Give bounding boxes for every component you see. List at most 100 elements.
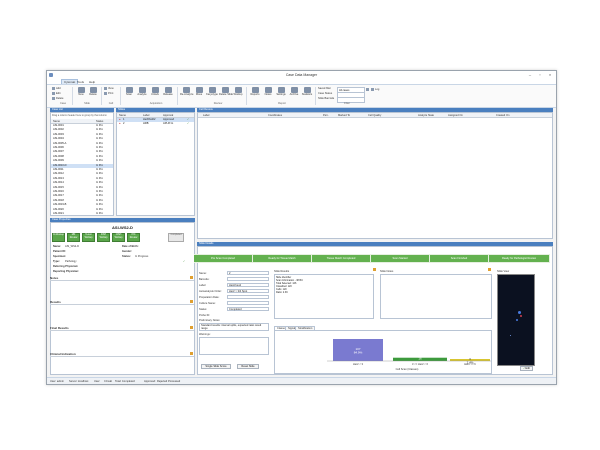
archive-button[interactable]: Archive [288,87,300,100]
case-list-row[interactable]: ASI-0020 In Pro [51,208,113,212]
analyze-button[interactable]: Analyze [136,87,148,100]
move-button[interactable]: Move [193,87,205,100]
column-marked-to[interactable]: Marked To [338,114,350,117]
ihc-review-button[interactable]: IHC Review [127,233,140,242]
add-case-button[interactable]: Add [52,87,61,91]
final-results-section-header[interactable]: Final Results [50,326,194,331]
column-coordinates[interactable]: Coordinates [268,114,282,117]
results-expand-icon[interactable] [190,300,193,303]
scan-button[interactable]: Scan [123,87,135,100]
column-name[interactable]: Name [53,120,60,123]
column-assigned-on[interactable]: Assigned On [448,114,463,117]
notes-button[interactable]: Notes [262,87,274,100]
release-button[interactable]: Release [162,87,174,100]
slide-label-field[interactable]: Her2/neu2 [227,283,269,287]
reanalyze-button[interactable]: Re-Analyze [180,87,193,100]
column-peri[interactable]: Peri.. [323,114,329,117]
karyotype-button[interactable]: Karyotype [206,87,218,100]
case-list-row[interactable]: ASI-0017 In Pro [51,194,113,198]
autoanalysis-field[interactable]: Her2 > 3/4 Spot [227,289,269,293]
mr-review-button[interactable]: MR Review [67,233,80,242]
prep-date-field[interactable] [227,295,269,299]
slide-row[interactable]: ● 2 HRB APLIP-lo ✓ [117,122,194,126]
statistics-button[interactable]: Statistics [301,87,313,100]
column-cell-quality[interactable]: Cell Quality [368,114,381,117]
slide-results-box: Slide Identifier Scan Information - 38 B… [274,274,374,319]
slide-status-field[interactable]: Completed [227,307,269,311]
clinical-indication-expand-icon[interactable] [190,352,193,355]
case-list-row[interactable]: ASI-0007 In Pro [51,150,113,154]
edit-slide-view-button[interactable]: ✓Edit [520,366,533,371]
results-section-header[interactable]: Results [50,300,194,305]
notes-expand-icon[interactable] [190,276,193,279]
stage-scan-started[interactable]: Scan Started [371,255,430,262]
slide-results-title: Slide Results [274,270,290,273]
case-name: ASI-0005-A [53,141,67,145]
stage-pre-scan[interactable]: Pre Scan Completed [194,255,253,262]
slide-view-image[interactable] [497,274,535,366]
slide-notes-expand-icon[interactable] [488,268,491,271]
case-list-row[interactable]: ASI-0009 In Pro [51,159,113,163]
tumor-workup-button[interactable]: Tumor Workup [82,233,95,242]
settings-button[interactable]: Settings [275,87,287,100]
delete-slide-review-button[interactable]: Delete Slide [219,87,233,100]
stage-scan-finished[interactable]: Scan Finished [430,255,489,262]
case-status: In Pro [96,141,103,145]
close-icon[interactable]: × [545,72,555,78]
slide-notes-box[interactable] [380,274,492,319]
column-created-on[interactable]: Created On [496,114,509,117]
completed-button[interactable]: Completed [168,233,184,242]
prelim-notes-field[interactable]: Standard results: interval splits, expec… [199,323,269,331]
notes-section-header[interactable]: Notes [50,276,194,281]
reports-button[interactable]: Reports [249,87,261,100]
column-slide-name[interactable]: Name [119,114,126,117]
separator [72,87,73,105]
case-list-row[interactable]: ASI-0005-A In Pro [51,142,113,146]
case-status-label: Case Status [318,92,333,95]
chart-area: 107 84.9% Her2 < 3 16 12.7% 3 <= Her2 < 6 3 2.4… [274,330,492,374]
case-list-row[interactable]: ASI-0010-D In Pro [51,163,113,168]
slide-results-expand-icon[interactable] [373,268,376,271]
barcode-field[interactable] [227,277,269,281]
status-label: Status: [122,255,131,258]
new-slide-button[interactable]: New [75,87,87,100]
column-status[interactable]: Status [96,120,103,123]
clinical-indication-section-header[interactable]: Clinical Indication [50,352,194,357]
group-label-cell: Cell [108,102,114,105]
case-list-row[interactable]: ASI-0015 In Pro [51,186,113,190]
apply-filter-button[interactable] [366,88,370,92]
minimize-icon[interactable]: – [525,72,535,78]
log-button[interactable]: Log [371,88,379,92]
cish-workup-button[interactable]: CISH Workup [112,233,125,242]
workup-button[interactable]: Workup [232,87,244,100]
case-list-row[interactable]: ASI-0019-B In Pro [51,203,113,207]
fish-workup-button[interactable]: FISH Workup [97,233,110,242]
case-list-row[interactable]: ASI-0002 In Pro [51,128,113,132]
case-list-row[interactable]: ASI-0014 In Pro [51,181,113,185]
case-status: In Pro [96,212,103,215]
in-workup-button[interactable]: IN Workup [52,233,65,242]
case-list-row[interactable]: ASI-0012 In Pro [51,172,113,176]
column-label[interactable]: Label [203,114,209,117]
case-list-row[interactable]: ASI-0021 In Pro [51,212,113,215]
case-list-row[interactable]: ASI-0004 In Pro [51,137,113,141]
view-cell-button[interactable]: View [104,87,114,91]
culture-name-field[interactable] [227,301,269,305]
delete-case-button[interactable]: Delete [52,97,64,101]
column-slide-label[interactable]: Label [143,114,149,117]
final-results-expand-icon[interactable] [190,326,193,329]
reset-slide-button[interactable]: Reset Slide [237,364,259,369]
maximize-icon[interactable]: ▫ [535,72,545,78]
warnings-field[interactable] [199,337,269,355]
delete-slide-button[interactable]: Delete [87,87,99,100]
column-approval[interactable]: Approval [163,114,173,117]
single-slide-score-button[interactable]: Single Slide Score [201,364,231,369]
stage-tissue-match-completed[interactable]: Tissue Match Completed [312,255,371,262]
column-analyze-state[interactable]: Analyze State [418,114,434,117]
unlock-button[interactable]: Unlock [149,87,161,100]
edit-case-button[interactable]: Edit [52,92,60,96]
stage-ready-pathologist[interactable]: Ready for Pathologist Review [489,255,550,262]
print-cell-button[interactable]: Print [104,92,113,96]
slide-name-field[interactable]: 2 [227,271,269,275]
stage-ready-tissue-match[interactable]: Ready for Tissue Match [253,255,312,262]
